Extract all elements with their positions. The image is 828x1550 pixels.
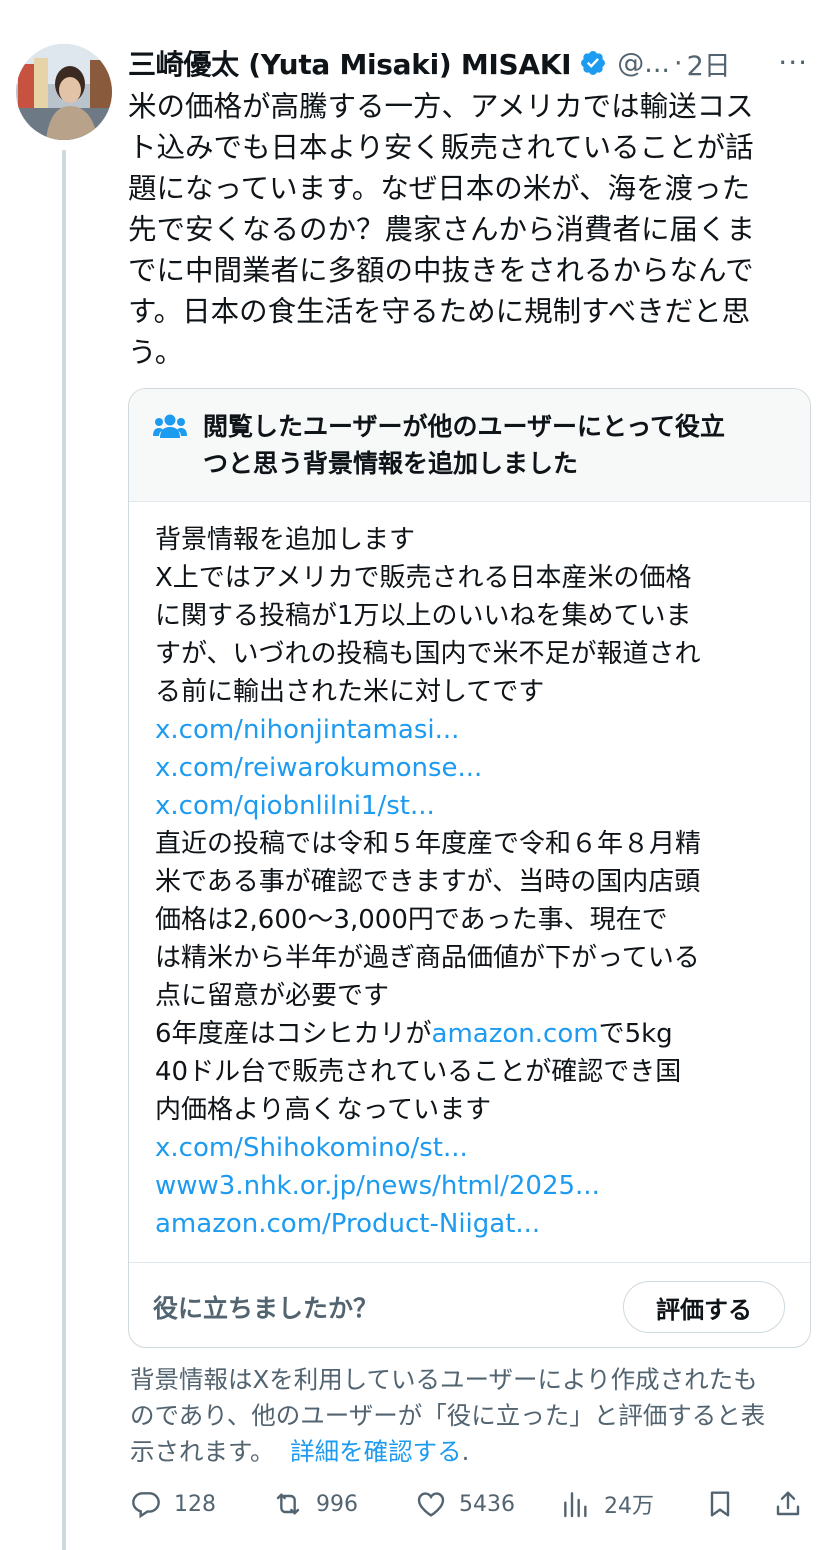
- community-note-card: 閲覧したユーザーが他のユーザーにとって役立 つと思う背景情報を追加しました 背景…: [128, 388, 811, 1348]
- note-source-link[interactable]: x.com/Shihokomino/st...: [155, 1129, 795, 1167]
- learn-more-link[interactable]: 詳細を確認する: [290, 1437, 462, 1466]
- note-text: で5kg: [598, 1019, 673, 1049]
- rate-button[interactable]: 評価する: [623, 1281, 785, 1333]
- avatar[interactable]: [16, 44, 112, 140]
- tweet-text-line: 題になっています。なぜ日本の米が、海を渡った: [128, 172, 751, 205]
- note-disclaimer: 背景情報はXを利用しているユーザーにより作成されたも のであり、他のユーザーが「…: [130, 1362, 810, 1470]
- note-title-line: つと思う背景情報を追加しました: [203, 449, 579, 478]
- like-count: 5436: [459, 1491, 515, 1517]
- tweet-text: 米の価格が高騰する一方、アメリカでは輸送コス ト込みでも日本より安く販売されてい…: [128, 86, 798, 373]
- note-text: 背景情報を追加します: [155, 525, 416, 555]
- timestamp[interactable]: 2日: [687, 44, 731, 83]
- note-text: は精米から半年が過ぎ商品価値が下がっている: [155, 943, 700, 973]
- community-note-title: 閲覧したユーザーが他のユーザーにとって役立 つと思う背景情報を追加しました: [203, 408, 725, 482]
- note-source-link[interactable]: x.com/qiobnlilni1/st...: [155, 787, 795, 825]
- note-text: 40ドル台で販売されていることが確認でき国: [155, 1057, 682, 1087]
- views-count: 24万: [604, 1494, 654, 1519]
- author-name[interactable]: 三崎優太 (Yuta Misaki) MISAKI: [128, 43, 572, 83]
- helpful-question: 役に立ちましたか？: [153, 1294, 379, 1323]
- note-source-link[interactable]: x.com/nihonjintamasi...: [155, 711, 795, 749]
- note-source-link[interactable]: amazon.com/Product-Niigat...: [155, 1205, 795, 1243]
- bookmark-button[interactable]: [704, 1482, 736, 1526]
- amazon-link[interactable]: amazon.com: [432, 1019, 599, 1049]
- note-text: 内価格より高くなっています: [155, 1095, 492, 1125]
- share-icon: [776, 1491, 800, 1516]
- note-text-with-link: 6年度産はコシヒカリがamazon.comで5kg: [155, 1015, 795, 1053]
- note-text: 点に留意が必要です: [155, 981, 390, 1011]
- tweet-text-line: 先で安くなるのか？農家さんから消費者に届くま: [128, 213, 756, 246]
- repost-button[interactable]: 996: [272, 1482, 358, 1526]
- repost-count: 996: [316, 1491, 358, 1517]
- community-note-icon: [153, 414, 187, 438]
- note-text: 直近の投稿では令和５年度産で令和６年８月精: [155, 829, 702, 859]
- like-icon: [417, 1492, 445, 1517]
- bookmark-icon: [710, 1491, 730, 1517]
- note-source-link[interactable]: x.com/reiwarokumonse...: [155, 749, 795, 787]
- repost-icon: [276, 1493, 300, 1515]
- disclaimer-line: 示されます。: [130, 1437, 275, 1466]
- community-note-body: 背景情報を追加します X上ではアメリカで販売される日本産米の価格 に関する投稿が…: [155, 521, 795, 1243]
- tweet-text-line: ト込みでも日本より安く販売されていることが話: [128, 131, 754, 164]
- thread-line: [62, 150, 66, 1550]
- reply-button[interactable]: 128: [130, 1482, 216, 1526]
- note-title-line: 閲覧したユーザーが他のユーザーにとって役立: [203, 412, 726, 441]
- note-source-link[interactable]: www3.nhk.or.jp/news/html/2025...: [155, 1167, 795, 1205]
- disclaimer-period: .: [461, 1437, 470, 1466]
- share-button[interactable]: [772, 1482, 804, 1526]
- community-note-footer: 役に立ちましたか？ 評価する: [129, 1262, 810, 1347]
- action-bar: 128 996 5436 24万: [130, 1482, 810, 1526]
- note-text: る前に輸出された米に対してです: [155, 677, 545, 707]
- disclaimer-line: のであり、他のユーザーが「役に立った」と評価すると表: [130, 1401, 766, 1430]
- views-icon: [564, 1492, 587, 1518]
- reply-count: 128: [174, 1491, 216, 1517]
- author-handle[interactable]: @...: [617, 48, 670, 79]
- note-text: 6年度産はコシヒカリが: [155, 1019, 432, 1049]
- tweet-text-line: す。日本の食生活を守るために規制すべきだと思: [128, 295, 751, 328]
- note-text: 価格は2,600〜3,000円であった事、現在で: [155, 905, 668, 935]
- like-button[interactable]: 5436: [415, 1482, 515, 1526]
- separator-dot: ·: [674, 47, 683, 79]
- more-options-button[interactable]: ···: [778, 46, 808, 79]
- note-text: 米である事が確認できますが、当時の国内店頭: [155, 867, 701, 897]
- tweet-text-line: でに中間業者に多額の中抜きをされるからなんで: [128, 254, 754, 287]
- disclaimer-line: 背景情報はXを利用しているユーザーにより作成されたも: [130, 1365, 758, 1394]
- verified-badge-icon: [581, 51, 606, 75]
- tweet-header: 三崎優太 (Yuta Misaki) MISAKI @... · 2日 ···: [128, 40, 818, 86]
- views-button[interactable]: 24万: [560, 1482, 654, 1526]
- note-text: X上ではアメリカで販売される日本産米の価格: [155, 563, 692, 593]
- note-text: すが、いづれの投稿も国内で米不足が報道され: [155, 639, 701, 669]
- reply-icon: [132, 1492, 160, 1519]
- tweet-text-line: う。: [128, 336, 184, 369]
- note-text: に関する投稿が1万以上のいいねを集めていま: [155, 601, 692, 631]
- community-note-header: 閲覧したユーザーが他のユーザーにとって役立 つと思う背景情報を追加しました: [129, 389, 810, 502]
- tweet-text-line: 米の価格が高騰する一方、アメリカでは輸送コス: [128, 90, 754, 123]
